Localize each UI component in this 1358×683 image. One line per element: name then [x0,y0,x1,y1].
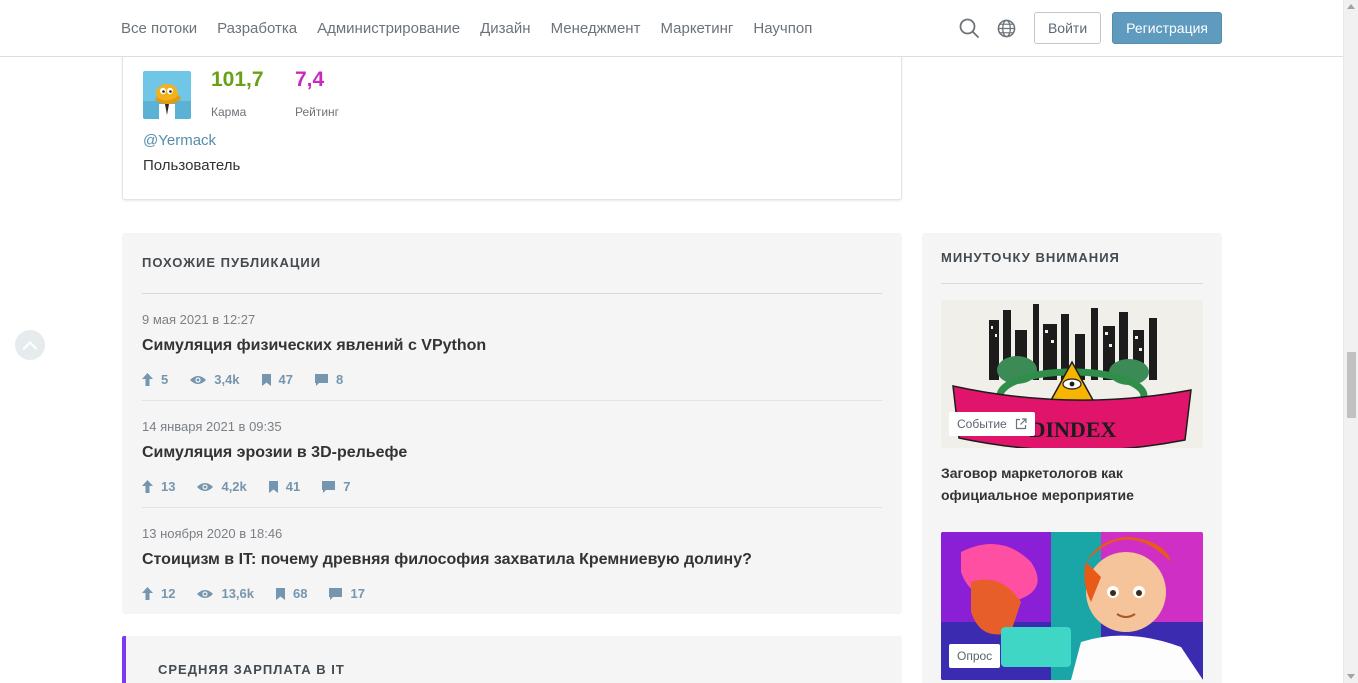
views-count: 13,6k [221,586,255,601]
bookmarks-count: 47 [278,372,294,387]
salary-title: СРЕДНЯЯ ЗАРПЛАТА В IT [158,662,345,677]
votes-count: 12 [161,586,176,601]
nav-item-popsci[interactable]: Научпоп [753,20,812,37]
section-divider [142,293,882,294]
page-scrollbar[interactable] [1343,0,1358,683]
event-badge[interactable]: Событие [949,412,1035,436]
views-stat: 3,4k [190,372,240,387]
event-badge-label: Событие [957,417,1007,431]
publication-item: 14 января 2021 в 09:35 Симуляция эрозии … [142,407,882,514]
main-nav: Все потоки Разработка Администрирование … [121,0,832,56]
votes-stat: 12 [142,586,175,601]
votes-count: 13 [161,479,176,494]
karma-value: 101,7 [211,68,264,91]
publication-separator [142,400,882,401]
bookmark-icon [261,373,271,386]
top-header: Все потоки Разработка Администрирование … [0,0,1343,57]
nav-item-management[interactable]: Менеджмент [551,20,641,37]
publication-title-link[interactable]: Симуляция эрозии в 3D-рельефе [142,444,407,462]
publication-title-link[interactable]: Стоицизм в IT: почему древняя философия … [142,551,752,569]
views-stat: 4,2k [197,479,247,494]
poll-badge[interactable]: Опрос [949,644,1001,668]
views-stat: 13,6k [197,586,254,601]
comments-stat[interactable]: 8 [315,372,343,387]
publication-date: 14 января 2021 в 09:35 [142,419,282,434]
bookmarks-stat[interactable]: 47 [261,372,294,387]
votes-stat: 5 [142,372,168,387]
publication-item: 9 мая 2021 в 12:27 Симуляция физических … [142,300,882,407]
sidebar-title: МИНУТОЧКУ ВНИМАНИЯ [941,250,1120,265]
scroll-to-top-button[interactable] [15,330,45,360]
comments-count: 8 [336,372,344,387]
author-username-link[interactable]: @Yermack [143,132,216,149]
globe-icon[interactable] [996,17,1018,39]
register-button[interactable]: Регистрация [1112,12,1222,44]
bookmarks-count: 68 [293,586,308,601]
comments-stat[interactable]: 17 [329,586,365,601]
views-count: 4,2k [221,479,247,494]
nav-item-design[interactable]: Дизайн [480,20,530,37]
scrollbar-thumb[interactable] [1347,352,1356,418]
views-count: 3,4k [214,372,240,387]
eye-icon [197,482,214,491]
votes-stat: 13 [142,479,175,494]
promo-event-title[interactable]: Заговор маркетологов как официальное мер… [941,462,1203,506]
promo-event-image[interactable]: DINDEX Событие [941,300,1203,448]
scroll-down-arrow-icon[interactable] [1347,674,1355,679]
avatar[interactable] [143,71,191,119]
publication-date: 13 ноября 2020 в 18:46 [142,526,283,541]
bookmarks-stat[interactable]: 41 [268,479,301,494]
nav-item-all-flows[interactable]: Все потоки [121,20,197,37]
author-card: 101,7 Карма 7,4 Рейтинг @Yermack Пользов… [122,40,902,200]
publication-title-link[interactable]: Симуляция физических явлений с VPython [142,337,486,355]
publication-date: 9 мая 2021 в 12:27 [142,312,256,327]
karma-stat: 101,7 Карма [211,68,264,119]
promo-banner-text: DINDEX [1030,417,1117,442]
comment-icon [329,587,343,600]
poll-badge-label: Опрос [957,649,993,663]
chevron-up-icon [23,341,37,350]
arrow-up-icon [142,587,153,600]
bookmarks-stat[interactable]: 68 [276,586,307,601]
eye-icon [197,589,214,598]
comments-stat[interactable]: 7 [322,479,350,494]
rating-value: 7,4 [295,68,325,91]
nav-item-administration[interactable]: Администрирование [317,20,460,37]
comment-icon [322,480,336,493]
publication-separator [142,507,882,508]
arrow-up-icon [142,373,153,386]
eye-icon [190,375,207,384]
promo-poll-image[interactable]: Опрос [941,532,1203,680]
bookmark-icon [276,587,286,600]
attention-sidebar: МИНУТОЧКУ ВНИМАНИЯ DINDEX Событие Загово… [922,233,1222,683]
author-role: Пользователь [143,157,241,174]
publication-stats: 13 4,2k 41 7 [142,479,372,494]
search-icon[interactable] [958,17,980,39]
login-button[interactable]: Войти [1033,12,1102,44]
nav-item-marketing[interactable]: Маркетинг [660,20,733,37]
nav-item-development[interactable]: Разработка [217,20,297,37]
external-link-icon [1015,418,1027,430]
publication-stats: 5 3,4k 47 8 [142,372,365,387]
scroll-up-arrow-icon[interactable] [1347,4,1355,9]
bookmarks-count: 41 [285,479,301,494]
similar-publications-title: ПОХОЖИЕ ПУБЛИКАЦИИ [142,255,322,270]
section-divider [941,283,1203,284]
similar-publications: ПОХОЖИЕ ПУБЛИКАЦИИ 9 мая 2021 в 12:27 Си… [122,233,902,614]
karma-label: Карма [211,105,247,119]
rating-stat: 7,4 Рейтинг [295,68,339,119]
publication-item: 13 ноября 2020 в 18:46 Стоицизм в IT: по… [142,514,882,621]
bookmark-icon [268,480,278,493]
header-actions: Войти Регистрация [942,12,1222,44]
salary-block: СРЕДНЯЯ ЗАРПЛАТА В IT [122,636,902,683]
arrow-up-icon [142,480,153,493]
votes-count: 5 [161,372,169,387]
comments-count: 17 [350,586,365,601]
rating-label: Рейтинг [295,105,340,119]
comments-count: 7 [343,479,351,494]
comment-icon [315,373,329,386]
publication-stats: 12 13,6k 68 17 [142,586,387,601]
